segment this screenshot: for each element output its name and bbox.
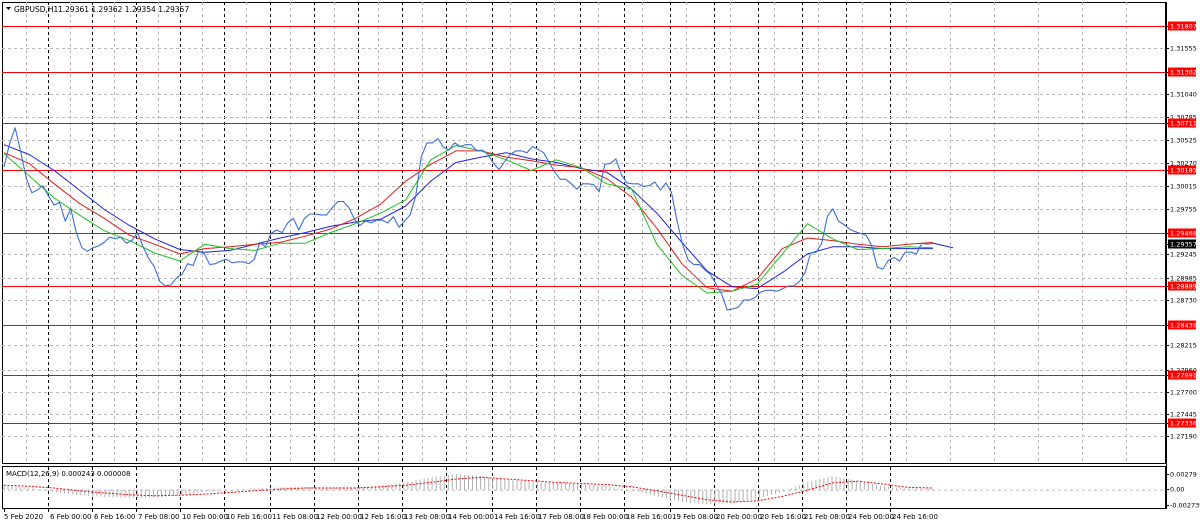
time-tick-label: 5 Feb 2020 [4,513,43,521]
time-tick-label: 12 Feb 00:00 [316,513,362,521]
price-tick-label: 1.28730 [1170,297,1197,305]
time-tick-label: 17 Feb 08:00 [538,513,584,521]
current-price-label: 1.29357 [1170,241,1197,249]
time-tick-label: 12 Feb 16:00 [360,513,406,521]
price-tick-label: 1.28215 [1170,342,1197,350]
time-tick-label: 18 Feb 00:00 [582,513,628,521]
level-price-label: 1.27336 [1170,420,1197,428]
macd-tick-label: 0.00 [1170,486,1184,494]
price-tick-label: 1.30015 [1170,183,1197,191]
time-tick-label: 14 Feb 16:00 [494,513,540,521]
level-price-label: 1.30185 [1170,167,1197,175]
price-tick-label: 1.27700 [1170,389,1197,397]
level-price-label: 1.29468 [1170,230,1197,238]
time-tick-label: 13 Feb 08:00 [404,513,450,521]
macd-pane-frame [2,466,1166,509]
symbol-header: GBPUSD,H1 1.29361 1.29362 1.29354 1.2935… [6,5,189,14]
price-axis: 1.318071.315551.313021.310401.307851.307… [1166,2,1197,509]
time-tick-label: 6 Feb 00:00 [50,513,91,521]
trading-chart-window: 1.31807 1.31555 1.31302 1.31040 1.30785 1.307… [0,0,1200,524]
level-price-label: 1.28439 [1170,322,1197,330]
time-tick-label: 21 Feb 08:00 [804,513,850,521]
chart-canvas[interactable]: 1.318071.315551.313021.310401.307851.307… [0,0,1200,524]
time-tick-label: 14 Feb 00:00 [448,513,494,521]
level-price-label: 1.31807 [1170,23,1197,31]
price-tick-label: 1.29755 [1170,206,1197,214]
time-tick-label: 7 Feb 08:00 [138,513,179,521]
time-tick-label: 10 Feb 00:00 [182,513,228,521]
time-tick-label: 20 Feb 16:00 [760,513,806,521]
time-tick-label: 20 Feb 00:00 [716,513,762,521]
price-tick-label: 1.27445 [1170,411,1197,419]
price-tick-label: 1.27190 [1170,433,1197,441]
macd-axis: 0.00279 0.00 -0.002739 [1166,471,1200,510]
ohlc-values: 1.29361 1.29362 1.29354 1.29357 [58,5,189,14]
price-tick-label: 1.29245 [1170,251,1197,259]
macd-tick-label: -0.002739 [1170,502,1200,510]
level-price-label: 1.31302 [1170,69,1197,77]
time-tick-label: 11 Feb 08:00 [272,513,318,521]
price-tick-label: 1.31040 [1170,91,1197,99]
price-tick-label: 1.30525 [1170,137,1197,145]
macd-label: MACD(12,26,9) 0.000243 0.000008 [6,470,130,478]
macd-tick-label: 0.00279 [1170,471,1197,479]
time-tick-label: 18 Feb 16:00 [626,513,672,521]
level-price-label: 1.28889 [1170,283,1197,291]
time-tick-label: 10 Feb 16:00 [226,513,272,521]
level-price-label: 1.27891 [1170,372,1197,380]
time-tick-label: 6 Feb 16:00 [94,513,135,521]
time-tick-label: 24 Feb 16:00 [892,513,938,521]
price-tick-label: 1.31555 [1170,45,1197,53]
time-axis: 5 Feb 2020 6 Feb 00:00 6 Feb 16:00 7 Feb 08… [4,509,938,521]
price-tick-label: 1.28985 [1170,275,1197,283]
symbol-label: GBPUSD,H1 [14,5,59,14]
time-tick-label: 24 Feb 00:00 [848,513,894,521]
level-price-label: 1.30711 [1170,120,1197,128]
time-tick-label: 19 Feb 08:00 [672,513,718,521]
